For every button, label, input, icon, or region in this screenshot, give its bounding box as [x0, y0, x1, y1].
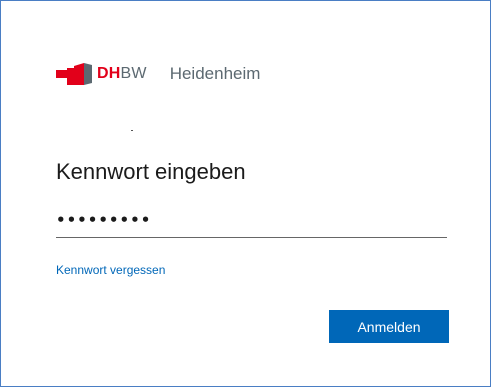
page-title: Kennwort eingeben — [56, 159, 246, 184]
divider-mark — [131, 130, 133, 131]
dhbw-logo: DHBW Heidenheim — [56, 63, 260, 85]
logo-location: Heidenheim — [169, 64, 261, 83]
sign-in-button[interactable]: Anmelden — [329, 310, 449, 343]
logo-brand-bw: BW — [120, 65, 147, 82]
logo-brand-dh: DH — [97, 65, 121, 82]
password-field[interactable] — [56, 203, 447, 238]
dhbw-logo-icon — [56, 63, 92, 85]
forgot-password-link[interactable]: Kennwort vergessen — [56, 262, 165, 278]
logo-brand-text: DHBW — [97, 63, 147, 85]
sign-in-card: DHBW Heidenheim Kennwort eingeben Kennwo… — [0, 0, 491, 387]
